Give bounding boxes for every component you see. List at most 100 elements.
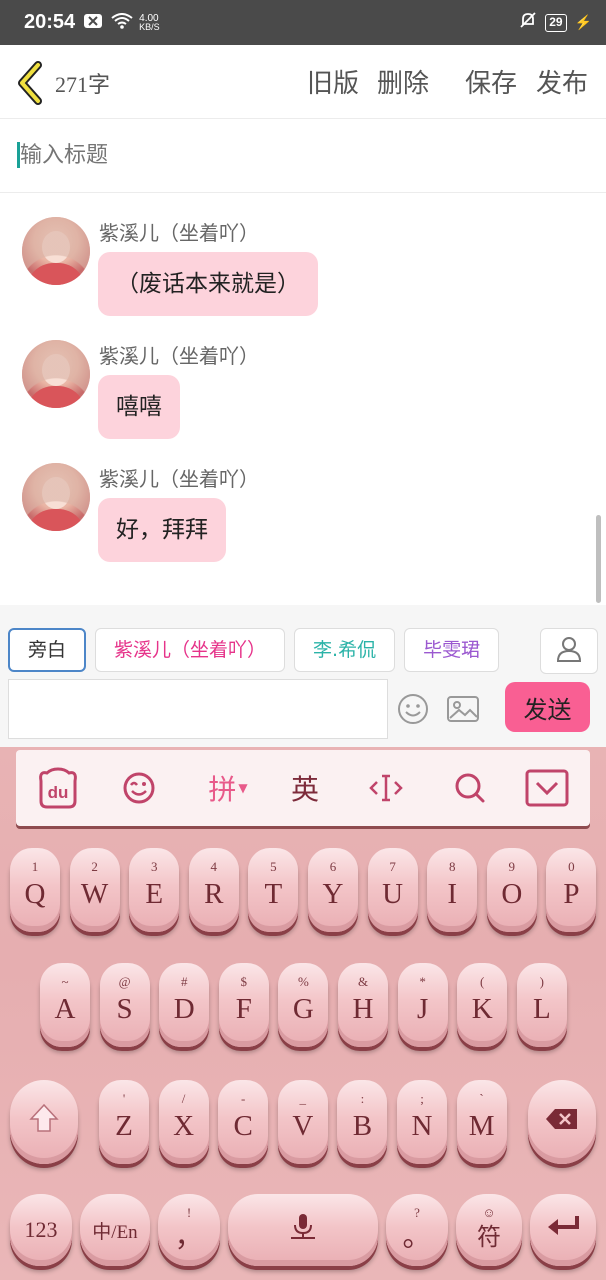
backspace-icon xyxy=(545,1106,579,1139)
key-secondary: 6 xyxy=(329,859,337,874)
char-count: 271字 xyxy=(55,72,111,97)
key-primary: P xyxy=(563,877,580,910)
key-g[interactable]: % G xyxy=(278,963,329,1047)
pinyin-label: 拼 xyxy=(208,773,237,806)
period-key[interactable]: ? 。 xyxy=(386,1194,448,1266)
key-primary: T xyxy=(264,877,283,910)
key-primary: C xyxy=(233,1109,253,1142)
key-secondary: / xyxy=(181,1091,186,1106)
emoji-wink-icon[interactable] xyxy=(119,766,159,810)
key-a[interactable]: ~ A xyxy=(40,963,90,1047)
role-tab-narrator[interactable]: 旁白 xyxy=(8,628,87,672)
image-icon[interactable] xyxy=(446,694,480,724)
key-primary: X xyxy=(173,1109,195,1142)
role-tab-lixikan[interactable]: 李.希侃 xyxy=(294,628,396,672)
key-primary: 符 xyxy=(477,1224,501,1251)
role-selector: 旁白 紫溪儿（坐着吖） 李.希侃 毕雯珺 xyxy=(8,628,500,672)
message-bubble[interactable]: （废话本来就是） xyxy=(98,252,318,316)
message-bubble[interactable]: 好，拜拜 xyxy=(98,498,226,562)
key-i[interactable]: 8I xyxy=(427,848,478,932)
shift-key[interactable] xyxy=(10,1080,78,1164)
avatar[interactable] xyxy=(22,217,90,285)
key-j[interactable]: * J xyxy=(397,963,448,1047)
battery-icon: 29 xyxy=(545,13,567,32)
role-tab-biwenjun[interactable]: 毕雯珺 xyxy=(404,628,500,672)
avatar[interactable] xyxy=(22,340,90,408)
english-mode-button[interactable]: 英 xyxy=(283,766,327,810)
collapse-keyboard-icon[interactable] xyxy=(524,766,570,810)
key-secondary: 3 xyxy=(150,859,158,874)
space-key[interactable] xyxy=(228,1194,378,1266)
title-input[interactable] xyxy=(20,138,580,172)
old-version-button[interactable]: 旧版 xyxy=(307,63,359,100)
key-t[interactable]: 5T xyxy=(248,848,299,932)
key-b[interactable]: :B xyxy=(337,1080,388,1164)
symbols-key[interactable]: ☺ 符 xyxy=(456,1194,522,1266)
key-secondary: ( xyxy=(480,974,485,989)
key-secondary: 1 xyxy=(31,859,39,874)
key-u[interactable]: 7U xyxy=(367,848,418,932)
key-d[interactable]: # D xyxy=(159,963,210,1047)
comma-key[interactable]: ! ， xyxy=(158,1194,220,1266)
key-p[interactable]: 0P xyxy=(546,848,597,932)
key-k[interactable]: (K xyxy=(457,963,508,1047)
baidu-du-icon[interactable]: du xyxy=(34,766,82,810)
key-l[interactable]: ) L xyxy=(516,963,567,1047)
message-sender: 紫溪儿（坐着吖） xyxy=(99,467,259,491)
key-secondary: 8 xyxy=(448,859,456,874)
key-primary: E xyxy=(145,877,164,910)
pinyin-mode-button[interactable]: 拼 ▼ xyxy=(200,766,256,810)
key-secondary: ? xyxy=(414,1205,420,1220)
key-primary: A xyxy=(54,992,76,1025)
key-primary: B xyxy=(352,1109,373,1142)
back-arrow-icon[interactable] xyxy=(16,61,46,105)
key-s[interactable]: @ S xyxy=(99,963,150,1047)
role-label: 李.希侃 xyxy=(313,639,377,661)
status-time: 20:54 xyxy=(24,11,76,33)
key-f[interactable]: $ F xyxy=(218,963,269,1047)
key-primary: I xyxy=(447,877,458,910)
search-icon[interactable] xyxy=(450,766,490,810)
backspace-key[interactable] xyxy=(528,1080,596,1164)
key-q[interactable]: 1Q xyxy=(10,848,60,932)
key-v[interactable]: _ V xyxy=(277,1080,328,1164)
key-e[interactable]: 3E xyxy=(129,848,180,932)
message-bubble[interactable]: 嘻嘻 xyxy=(98,375,180,439)
key-primary: D xyxy=(173,992,195,1025)
key-m[interactable]: ` M xyxy=(456,1080,507,1164)
wifi-icon xyxy=(111,13,133,32)
emoji-icon[interactable] xyxy=(396,692,430,726)
key-secondary: 7 xyxy=(389,859,396,874)
key-c[interactable]: -C xyxy=(218,1080,269,1164)
key-h[interactable]: & H xyxy=(338,963,388,1047)
scrollbar[interactable] xyxy=(596,515,601,603)
role-label: 毕雯珺 xyxy=(423,639,481,661)
key-z[interactable]: ' Z xyxy=(99,1080,149,1164)
text-caret xyxy=(17,142,20,168)
message-input[interactable] xyxy=(8,679,388,739)
key-primary: U xyxy=(382,877,404,910)
key-n[interactable]: ; N xyxy=(397,1080,447,1164)
key-o[interactable]: 9O xyxy=(486,848,537,932)
language-switch-key[interactable]: 中/En xyxy=(80,1194,150,1266)
key-secondary: % xyxy=(297,974,309,989)
numbers-key[interactable]: 123 xyxy=(10,1194,72,1266)
key-secondary: _ xyxy=(299,1091,307,1106)
key-primary: F xyxy=(235,992,252,1025)
send-button[interactable]: 发送 xyxy=(505,682,590,732)
key-x[interactable]: / X xyxy=(158,1080,209,1164)
key-y[interactable]: 6Y xyxy=(308,848,358,932)
add-role-button[interactable] xyxy=(540,628,598,674)
enter-key[interactable] xyxy=(530,1194,596,1266)
charging-icon: ⚡ xyxy=(574,14,592,30)
publish-button[interactable]: 发布 xyxy=(536,63,588,100)
key-secondary: 4 xyxy=(210,859,218,874)
svg-text:du: du xyxy=(48,783,69,802)
save-button[interactable]: 保存 xyxy=(465,63,517,100)
key-r[interactable]: 4R xyxy=(188,848,239,932)
cursor-move-icon[interactable] xyxy=(366,766,406,810)
role-tab-zixier[interactable]: 紫溪儿（坐着吖） xyxy=(95,628,286,672)
delete-button[interactable]: 删除 xyxy=(377,63,429,100)
avatar[interactable] xyxy=(22,463,90,531)
key-w[interactable]: 2W xyxy=(69,848,120,932)
